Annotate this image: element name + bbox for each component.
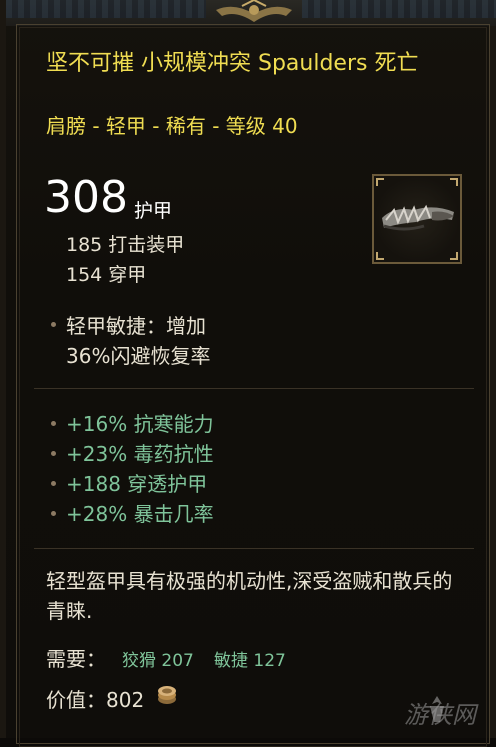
sub-stat-strike-armor: 185 打击装甲 (66, 234, 185, 256)
section-divider (34, 548, 474, 549)
coin-icon (158, 686, 176, 704)
requirement-cunning: 狡猾 207 (122, 651, 194, 671)
item-tooltip: 坚不可摧 小规模冲突 Spaulders 死亡 肩膀 - 轻甲 - 稀有 - 等… (0, 0, 496, 747)
bullet-icon (51, 322, 56, 327)
armor-value: 308 (44, 172, 128, 223)
item-value: 价值：802 (46, 688, 145, 712)
tooltip-header-frame (6, 0, 496, 26)
affix-cold-resist: +16% 抗寒能力 (66, 412, 214, 436)
sub-stat-pierce-armor: 154 穿甲 (66, 264, 147, 286)
watermark-text: 游侠网 (404, 701, 476, 729)
affix-poison-resist: +23% 毒药抗性 (66, 442, 214, 466)
item-type-line: 肩膀 - 轻甲 - 稀有 - 等级 40 (46, 114, 298, 138)
item-name: 坚不可摧 小规模冲突 Spaulders 死亡 (46, 51, 419, 76)
requirements-label: 需要： (46, 647, 106, 671)
crest-ornament-icon (216, 0, 292, 23)
implicit-line-2: 36%闪避恢复率 (66, 344, 211, 368)
affix-crit-chance: +28% 暴击几率 (66, 502, 214, 526)
requirement-dexterity: 敏捷 127 (214, 651, 286, 671)
frame-decoration-right (302, 0, 496, 18)
item-icon-frame (372, 174, 462, 264)
spaulders-icon (382, 204, 454, 231)
bullet-icon (51, 511, 56, 516)
implicit-line-1: 轻甲敏捷：增加 (66, 314, 206, 338)
affix-armor-penetration: +188 穿透护甲 (66, 472, 208, 496)
armor-label: 护甲 (134, 200, 173, 222)
item-flavor-text: 轻型盔甲具有极强的机动性,深受盗贼和散兵的青睐. (46, 569, 453, 623)
bullet-icon (51, 481, 56, 486)
section-divider (34, 388, 474, 389)
bullet-icon (51, 451, 56, 456)
frame-decoration-left (6, 0, 206, 18)
bullet-icon (51, 421, 56, 426)
